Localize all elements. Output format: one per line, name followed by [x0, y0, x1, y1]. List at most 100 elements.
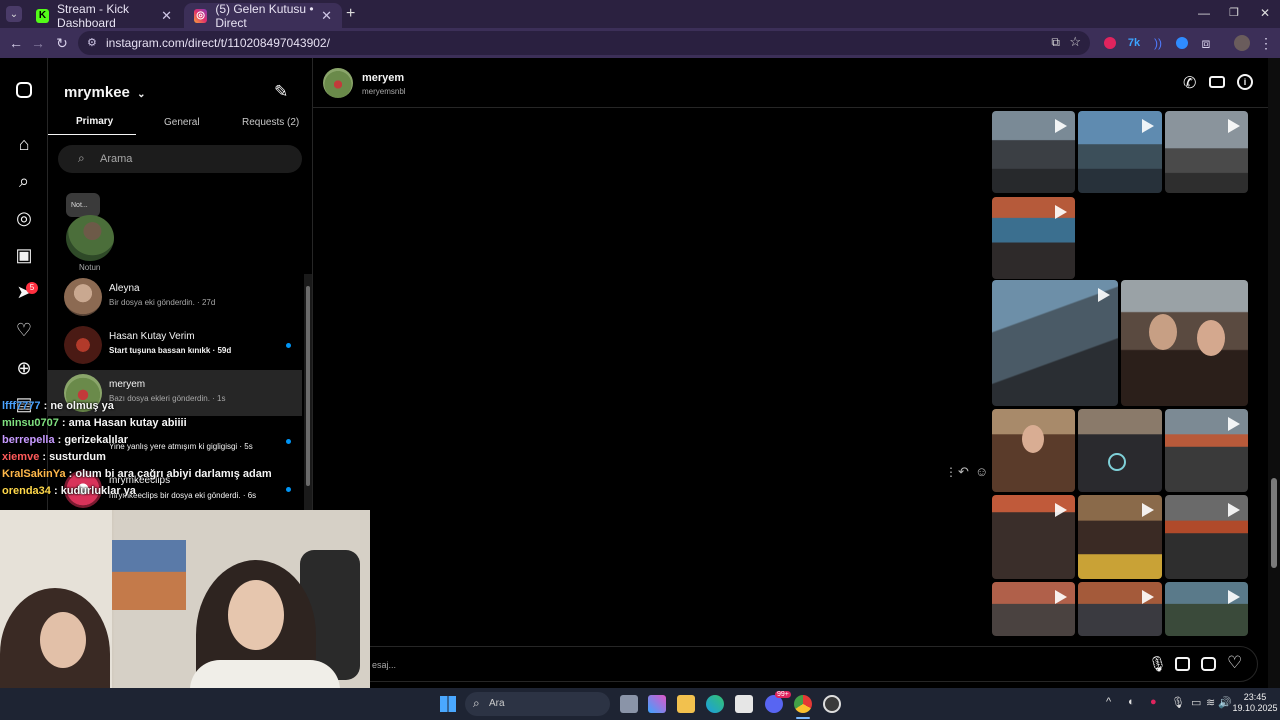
reels-icon[interactable]: ▣	[12, 243, 36, 267]
forward-icon[interactable]: →	[28, 33, 48, 53]
like-heart-icon[interactable]: ♡	[1227, 653, 1242, 673]
notifications-heart-icon[interactable]: ♡	[12, 318, 36, 342]
media-thumbnail[interactable]	[1165, 409, 1248, 492]
search-input[interactable]: ⌕ Arama	[58, 145, 302, 173]
account-switcher[interactable]: mrymkee ⌄	[64, 84, 145, 101]
explore-icon[interactable]: ◎	[12, 206, 36, 230]
play-icon	[1142, 590, 1154, 604]
chrome-icon[interactable]	[794, 695, 812, 713]
obs-icon[interactable]	[823, 695, 841, 713]
media-thumbnail[interactable]	[1078, 495, 1162, 579]
page-scrollbar[interactable]	[1268, 58, 1280, 688]
new-tab-button[interactable]: +	[346, 5, 355, 23]
reload-icon[interactable]: ↻	[52, 33, 72, 53]
conversation-row[interactable]: Hasan Kutay Verim Start tuşuna bassan kı…	[48, 322, 302, 368]
reply-icon[interactable]: ↶	[958, 464, 969, 480]
tray-icon[interactable]: ◐	[1128, 696, 1135, 708]
media-thumbnail[interactable]	[1078, 582, 1162, 636]
chat-message: berrepella : gerizekalılar	[2, 434, 128, 446]
media-thumbnail[interactable]	[992, 197, 1075, 279]
bookmark-star-icon[interactable]: ☆	[1069, 34, 1081, 50]
extension-translate-icon[interactable]: 7k	[1124, 33, 1144, 53]
chat-name[interactable]: meryem	[362, 72, 404, 84]
media-photo[interactable]	[1121, 280, 1248, 406]
image-upload-icon[interactable]	[1175, 657, 1190, 671]
sticker-icon[interactable]	[1201, 657, 1216, 671]
message-more-icon[interactable]: ⋮	[945, 465, 957, 479]
volume-icon[interactable]: 🔊	[1218, 696, 1232, 709]
browser-toolbar: ← → ↻ ⚙ instagram.com/direct/t/110208497…	[0, 28, 1280, 58]
tray-icon[interactable]: ●	[1150, 696, 1157, 708]
file-explorer-icon[interactable]	[677, 695, 695, 713]
tray-chevron-icon[interactable]: ^	[1106, 696, 1111, 708]
media-thumbnail[interactable]	[992, 280, 1118, 406]
media-thumbnail[interactable]	[992, 495, 1075, 579]
chat-message: xiemve : susturdum	[2, 451, 106, 463]
close-window-icon[interactable]: ✕	[1260, 6, 1270, 20]
chat-avatar[interactable]	[323, 68, 353, 98]
store-icon[interactable]	[735, 695, 753, 713]
inbox-scrollbar[interactable]	[304, 274, 312, 514]
video-call-icon[interactable]	[1209, 76, 1225, 88]
conversation-name: Hasan Kutay Verim	[109, 331, 195, 342]
close-tab-icon[interactable]: ✕	[161, 8, 172, 24]
chat-text: olum bi ara çağrı abiyi darlamış adam	[75, 468, 272, 480]
home-icon[interactable]: ⌂	[12, 132, 36, 156]
new-message-icon[interactable]: ✎	[274, 82, 288, 102]
edge-icon[interactable]	[706, 695, 724, 713]
extension-audio-icon[interactable]: ))	[1148, 33, 1168, 53]
tab-general[interactable]: General	[164, 117, 200, 128]
close-tab-icon[interactable]: ✕	[321, 8, 332, 24]
microphone-icon[interactable]: 🎙	[1148, 655, 1167, 673]
create-icon[interactable]: ⊕	[12, 356, 36, 380]
media-thumbnail[interactable]	[992, 111, 1075, 193]
phone-icon[interactable]: ✆	[1183, 73, 1196, 93]
minimize-icon[interactable]: —	[1198, 6, 1210, 20]
back-icon[interactable]: ←	[6, 33, 26, 53]
media-thumbnail[interactable]	[1165, 111, 1248, 193]
microphone-tray-icon[interactable]: 🎙	[1171, 696, 1185, 709]
tab-search-button[interactable]: ⌄	[6, 6, 22, 22]
media-photo[interactable]	[992, 409, 1075, 492]
browser-menu-icon[interactable]: ⋮	[1256, 33, 1276, 53]
kick-icon: K	[36, 8, 50, 23]
avatar	[64, 326, 102, 364]
taskbar-search[interactable]: ⌕ Ara	[465, 692, 610, 716]
unread-dot	[286, 343, 291, 348]
react-emoji-icon[interactable]: ☺	[975, 464, 988, 479]
note-avatar[interactable]	[66, 215, 114, 261]
copilot-icon[interactable]	[648, 695, 666, 713]
restore-icon[interactable]: ❐	[1229, 6, 1239, 19]
extensions-puzzle-icon[interactable]: ⧈	[1196, 33, 1216, 53]
tab-kick-dashboard[interactable]: K Stream - Kick Dashboard ✕	[26, 2, 182, 30]
extension-blue-icon[interactable]	[1172, 33, 1192, 53]
extension-red-icon[interactable]	[1100, 33, 1120, 53]
tab-primary[interactable]: Primary	[76, 116, 113, 127]
clock[interactable]: 23:45 19.10.2025	[1232, 692, 1278, 714]
display-tray-icon[interactable]: ▭	[1191, 696, 1201, 709]
search-icon[interactable]: ⌕	[12, 169, 36, 193]
media-photo[interactable]	[1078, 409, 1162, 492]
wifi-icon[interactable]: ≋	[1206, 696, 1215, 709]
media-thumbnail[interactable]	[992, 582, 1075, 636]
info-icon[interactable]: i	[1237, 74, 1253, 90]
media-thumbnail[interactable]	[1078, 111, 1162, 193]
instagram-logo-icon[interactable]	[12, 78, 36, 102]
search-icon: ⌕	[78, 151, 85, 165]
install-app-icon[interactable]: ⧉	[1051, 35, 1060, 50]
tab-requests[interactable]: Requests (2)	[242, 117, 299, 128]
task-view-icon[interactable]	[620, 695, 638, 713]
chat-panel: meryem meryemsnbl ✆ i ⋮ ↶ ☺ esaj... 🎙 ♡	[313, 58, 1268, 688]
conversation-row[interactable]: Aleyna Bir dosya eki gönderdin. · 27d	[48, 274, 302, 320]
media-thumbnail[interactable]	[1165, 582, 1248, 636]
profile-avatar[interactable]	[1232, 33, 1252, 53]
tab-instagram-direct[interactable]: ◎ (5) Gelen Kutusu • Direct ✕	[184, 2, 342, 30]
note-bubble[interactable]: Not...	[66, 193, 100, 217]
media-thumbnail[interactable]	[1165, 495, 1248, 579]
address-bar[interactable]: ⚙ instagram.com/direct/t/110208497043902…	[78, 31, 1090, 55]
chat-text: ne olmuş ya	[50, 400, 114, 412]
site-info-icon[interactable]: ⚙	[87, 36, 97, 49]
message-input[interactable]: esaj... 🎙 ♡	[313, 646, 1258, 682]
start-button[interactable]	[440, 696, 456, 712]
chat-username: KralSakinYa	[2, 468, 66, 480]
